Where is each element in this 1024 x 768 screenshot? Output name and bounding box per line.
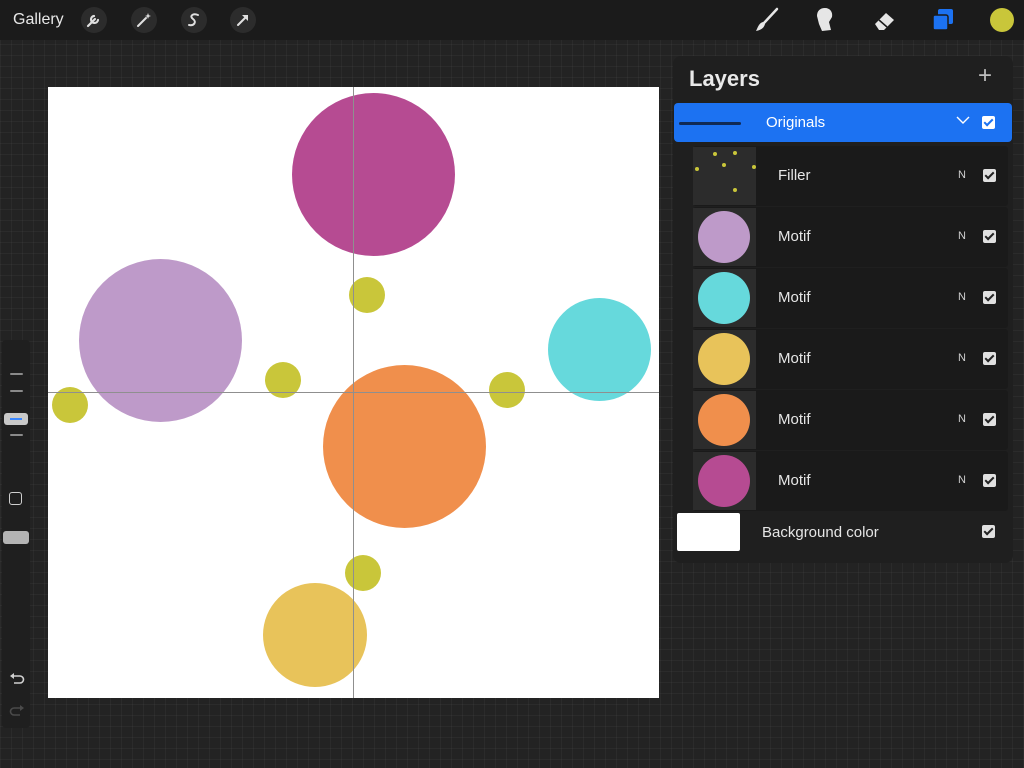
brush-size-tick — [10, 434, 23, 436]
lavender-circle — [79, 259, 242, 422]
thumbnail-circle — [698, 272, 750, 324]
magic-wand-icon[interactable] — [131, 7, 157, 33]
layers-icon[interactable] — [929, 6, 957, 34]
blend-mode-button[interactable]: N — [958, 230, 966, 242]
thumbnail-dot — [733, 151, 737, 155]
brush-size-tick — [10, 373, 23, 375]
layer-visibility-checkbox[interactable] — [983, 352, 996, 365]
layer-visibility-checkbox[interactable] — [983, 291, 996, 304]
layers-panel-title: Layers — [689, 66, 760, 91]
redo-icon[interactable] — [9, 702, 25, 718]
brush-icon[interactable] — [753, 6, 781, 34]
layer-row[interactable]: Motif N — [693, 207, 1008, 267]
filler-dot — [349, 277, 385, 313]
layer-name: Motif — [778, 411, 811, 428]
yellow-circle — [263, 583, 367, 687]
modify-button[interactable] — [9, 492, 22, 505]
layer-name: Filler — [778, 167, 811, 184]
layer-row[interactable]: Motif N — [693, 451, 1008, 511]
magenta-circle — [292, 93, 455, 256]
layer-thumbnail — [693, 147, 756, 205]
filler-dot — [345, 555, 381, 591]
thumbnail-dot — [722, 163, 726, 167]
drawing-canvas[interactable] — [48, 87, 659, 698]
layer-name: Motif — [778, 289, 811, 306]
blend-mode-button[interactable]: N — [958, 474, 966, 486]
background-color-thumbnail — [677, 513, 740, 551]
smudge-icon[interactable] — [811, 6, 839, 34]
transform-arrow-icon[interactable] — [230, 7, 256, 33]
layer-visibility-checkbox[interactable] — [982, 116, 995, 129]
layer-visibility-checkbox[interactable] — [983, 413, 996, 426]
left-sidebar — [2, 340, 30, 728]
thumbnail-circle — [698, 211, 750, 263]
layer-thumbnail — [693, 452, 756, 510]
layer-visibility-checkbox[interactable] — [983, 230, 996, 243]
wrench-icon[interactable] — [81, 7, 107, 33]
brush-size-slider[interactable] — [4, 413, 28, 425]
layer-group-originals[interactable]: Originals — [674, 103, 1012, 142]
selection-s-icon[interactable] — [181, 7, 207, 33]
opacity-slider[interactable] — [3, 531, 29, 544]
eraser-icon[interactable] — [870, 6, 898, 34]
group-thumbnail — [679, 122, 741, 125]
horizontal-guide-line — [48, 392, 659, 393]
orange-circle — [323, 365, 486, 528]
thumbnail-dot — [713, 152, 717, 156]
layer-thumbnail — [693, 330, 756, 388]
layer-visibility-checkbox[interactable] — [983, 474, 996, 487]
thumbnail-circle — [698, 333, 750, 385]
layer-group-label: Originals — [766, 114, 826, 131]
blend-mode-button[interactable]: N — [958, 291, 966, 303]
cyan-circle — [548, 298, 651, 401]
layer-row[interactable]: Filler N — [693, 146, 1008, 206]
filler-dot — [489, 372, 525, 408]
thumbnail-dot — [733, 188, 737, 192]
chevron-down-icon[interactable] — [955, 113, 971, 127]
layer-thumbnail — [693, 269, 756, 327]
layer-thumbnail — [693, 391, 756, 449]
layer-row[interactable]: Motif N — [693, 329, 1008, 389]
layer-name: Motif — [778, 228, 811, 245]
layer-row[interactable]: Motif N — [693, 268, 1008, 328]
layer-thumbnail — [693, 208, 756, 266]
layer-name: Motif — [778, 472, 811, 489]
layer-name: Motif — [778, 350, 811, 367]
undo-icon[interactable] — [9, 670, 25, 686]
thumbnail-circle — [698, 455, 750, 507]
background-color-layer[interactable]: Background color — [673, 511, 1013, 555]
gallery-button[interactable]: Gallery — [13, 11, 64, 29]
blend-mode-button[interactable]: N — [958, 413, 966, 425]
thumbnail-circle — [698, 394, 750, 446]
blend-mode-button[interactable]: N — [958, 352, 966, 364]
layers-panel: Layers + Originals Filler N Motif N Motif N Mo… — [673, 56, 1013, 563]
layer-name: Background color — [762, 524, 879, 541]
brush-size-tick — [10, 390, 23, 392]
add-layer-button[interactable]: + — [978, 64, 992, 88]
layer-visibility-checkbox[interactable] — [983, 169, 996, 182]
layer-row[interactable]: Motif N — [693, 390, 1008, 450]
layer-visibility-checkbox[interactable] — [982, 525, 995, 538]
blend-mode-button[interactable]: N — [958, 169, 966, 181]
thumbnail-dot — [752, 165, 756, 169]
thumbnail-dot — [695, 167, 699, 171]
top-toolbar: Gallery — [0, 0, 1024, 40]
color-swatch[interactable] — [990, 8, 1014, 32]
